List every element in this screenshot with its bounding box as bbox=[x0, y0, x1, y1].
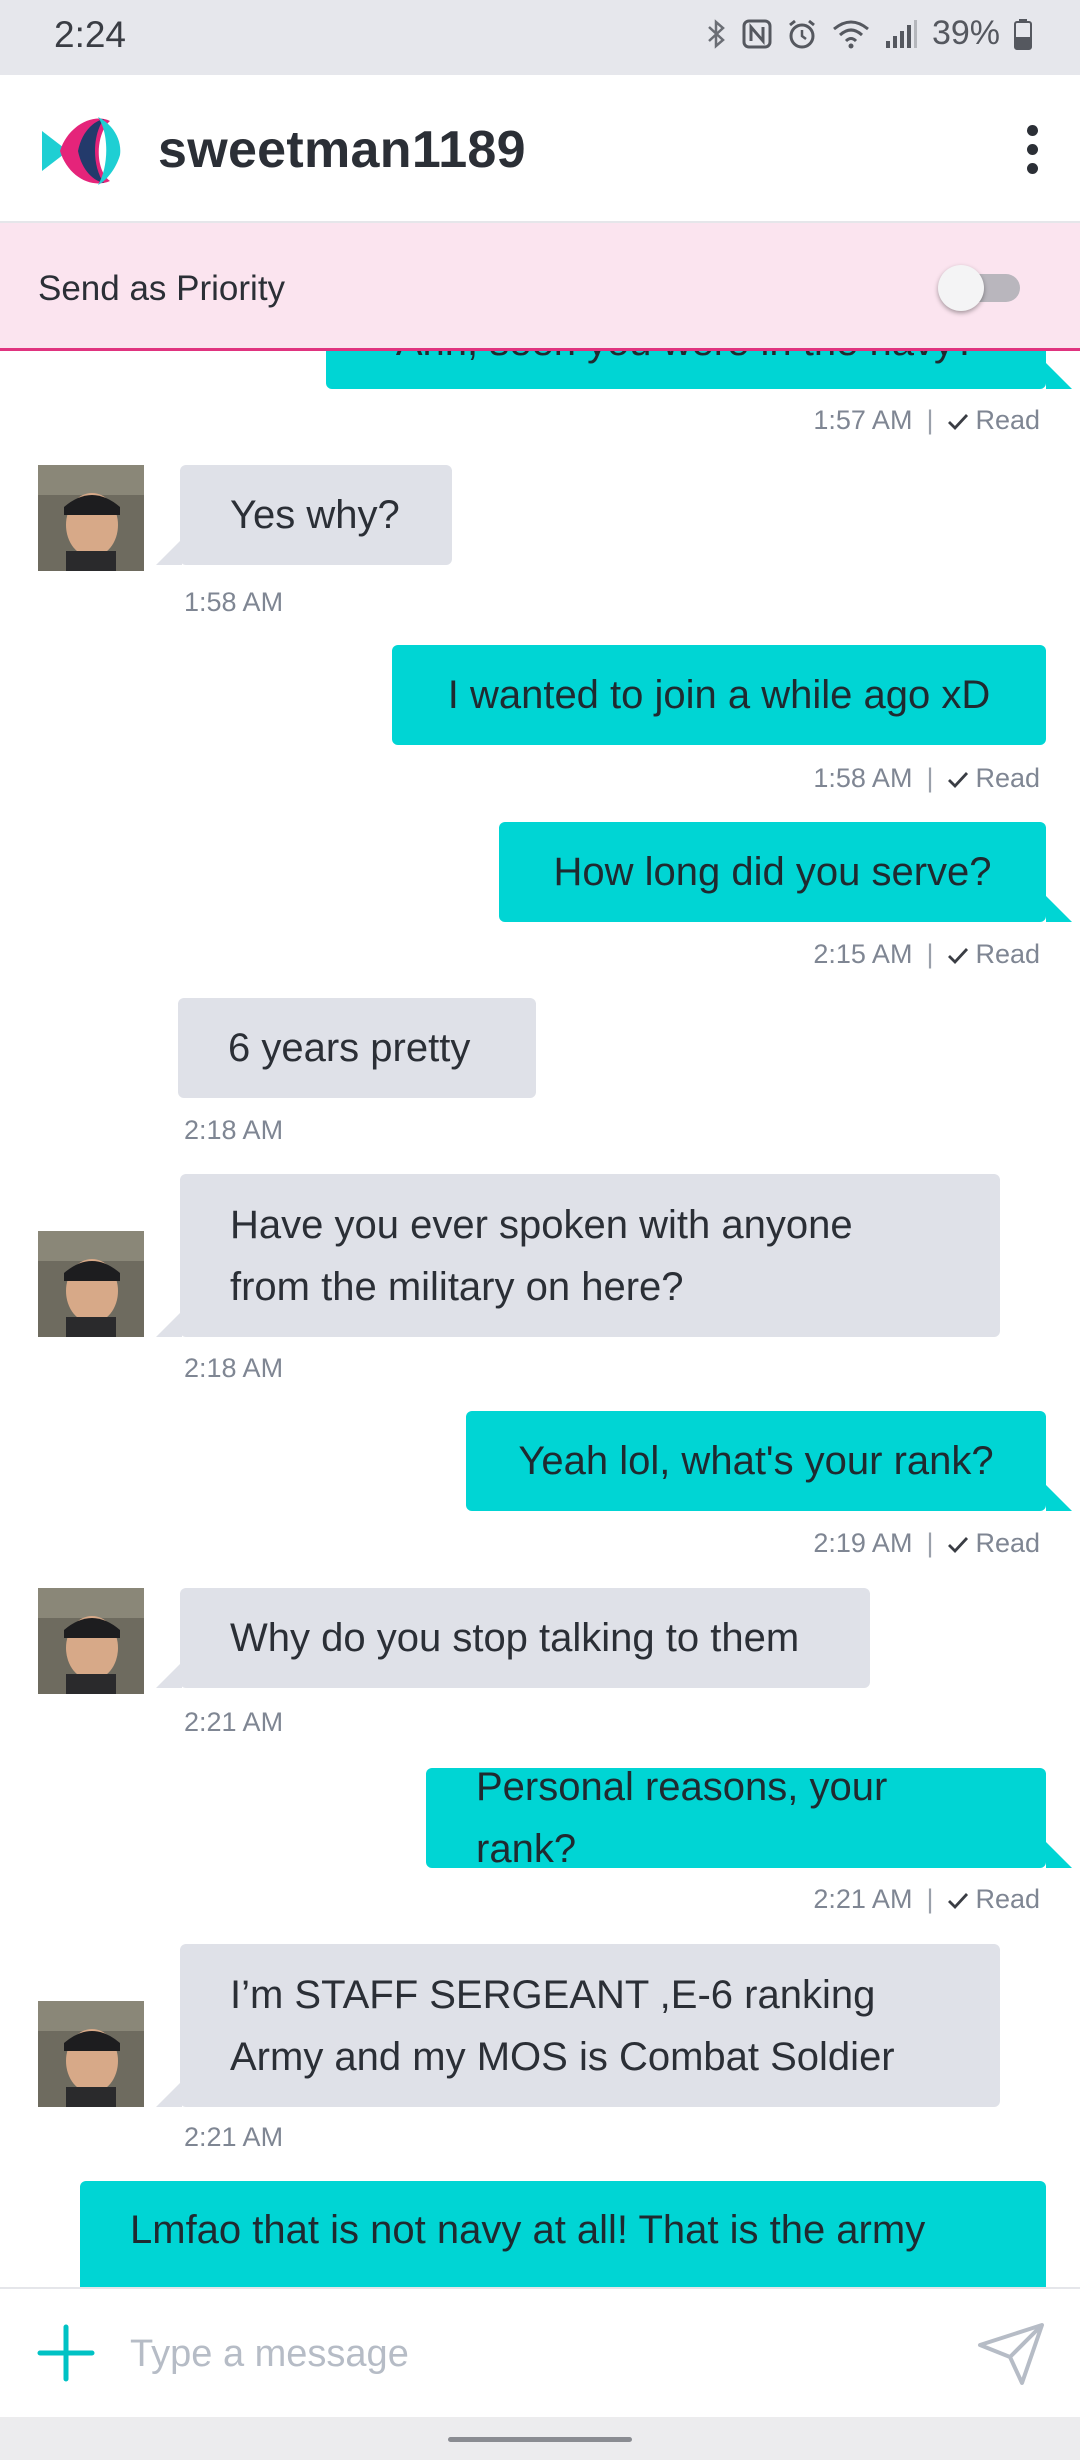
avatar[interactable] bbox=[38, 1588, 144, 1694]
bubble-tail bbox=[1046, 363, 1072, 389]
avatar[interactable] bbox=[38, 2001, 144, 2107]
send-icon[interactable] bbox=[976, 2321, 1046, 2387]
message-text: I wanted to join a while ago xD bbox=[447, 673, 991, 717]
outgoing-message[interactable]: I wanted to join a while ago xD bbox=[392, 645, 1046, 745]
read-status: Read bbox=[975, 939, 1040, 969]
avatar[interactable] bbox=[38, 465, 144, 571]
message-meta: 2:21 AM bbox=[184, 2122, 283, 2153]
message-list[interactable]: Ahh, seen you were in the navy? 1:57 AM|… bbox=[0, 351, 1080, 2287]
message-time: 2:15 AM bbox=[813, 939, 913, 969]
avatar[interactable] bbox=[38, 1231, 144, 1337]
battery-percent: 39% bbox=[931, 14, 1000, 52]
incoming-message[interactable]: Have you ever spoken with anyone from th… bbox=[180, 1174, 1000, 1337]
system-nav-bar bbox=[0, 2417, 1080, 2460]
incoming-message[interactable]: 6 years pretty bbox=[178, 998, 536, 1098]
contact-name[interactable]: sweetman1189 bbox=[158, 120, 526, 180]
message-time: 2:21 AM bbox=[813, 1884, 913, 1914]
status-bar: 2:24 39% bbox=[0, 0, 1080, 75]
priority-bar: Send as Priority bbox=[0, 223, 1080, 351]
message-time: 1:58 AM bbox=[184, 587, 284, 617]
message-text: Ahh, seen you were in the navy? bbox=[396, 351, 976, 373]
incoming-message[interactable]: I’m STAFF SERGEANT ,E-6 ranking Army and… bbox=[180, 1944, 1000, 2107]
message-time: 2:19 AM bbox=[813, 1528, 913, 1558]
outgoing-message[interactable]: Lmfao that is not navy at all! That is t… bbox=[80, 2181, 1046, 2287]
read-status: Read bbox=[975, 1884, 1040, 1914]
priority-label: Send as Priority bbox=[38, 269, 286, 308]
message-text: 6 years pretty bbox=[228, 1026, 471, 1070]
message-meta: 2:18 AM bbox=[184, 1353, 283, 1384]
incoming-message[interactable]: Yes why? bbox=[180, 465, 452, 565]
message-text: Why do you stop talking to them bbox=[230, 1616, 800, 1660]
message-time: 2:18 AM bbox=[184, 1115, 284, 1145]
message-meta: 2:21 AM bbox=[184, 1707, 283, 1738]
outgoing-message[interactable]: How long did you serve? bbox=[499, 822, 1046, 922]
avatar-photo bbox=[38, 465, 144, 571]
conversation-header: sweetman1189 bbox=[0, 75, 1080, 223]
outgoing-message[interactable]: Ahh, seen you were in the navy? bbox=[326, 351, 1046, 389]
message-meta: 1:58 AM bbox=[184, 587, 283, 618]
message-meta: 2:21 AM | Read bbox=[813, 1884, 1040, 1914]
message-meta: 2:18 AM bbox=[184, 1115, 283, 1146]
message-input[interactable] bbox=[130, 2319, 930, 2389]
message-text: How long did you serve? bbox=[553, 850, 992, 894]
avatar-photo bbox=[38, 1588, 144, 1694]
outgoing-message[interactable]: Yeah lol, what's your rank? bbox=[466, 1411, 1046, 1511]
message-time: 2:21 AM bbox=[184, 2122, 284, 2152]
plus-icon[interactable] bbox=[36, 2323, 96, 2383]
bubble-tail bbox=[1046, 1842, 1072, 1868]
bubble-tail bbox=[1046, 1485, 1072, 1511]
bubble-tail bbox=[156, 2081, 182, 2107]
home-handle[interactable] bbox=[448, 2437, 632, 2442]
message-time: 1:58 AM bbox=[813, 763, 913, 793]
toggle-knob bbox=[938, 265, 984, 311]
fish-logo-icon[interactable] bbox=[38, 111, 122, 191]
message-meta: 2:19 AM | Read bbox=[813, 1528, 1040, 1558]
read-status: Read bbox=[975, 763, 1040, 793]
read-check-icon bbox=[948, 414, 969, 431]
message-line-1: I’m STAFF SERGEANT ,E-6 ranking bbox=[230, 1972, 876, 2017]
message-time: 2:21 AM bbox=[184, 1707, 284, 1737]
status-icons: 39% bbox=[706, 14, 1032, 53]
bubble-tail bbox=[156, 1311, 182, 1337]
status-time: 2:24 bbox=[54, 14, 127, 55]
nfc-icon bbox=[742, 19, 772, 48]
signal-icon bbox=[885, 19, 917, 48]
message-composer bbox=[0, 2287, 1080, 2417]
bubble-tail bbox=[1046, 896, 1072, 922]
more-vertical-icon[interactable] bbox=[1020, 125, 1044, 175]
avatar-photo bbox=[38, 1231, 144, 1337]
message-text: Yeah lol, what's your rank? bbox=[518, 1439, 994, 1483]
read-check-icon bbox=[948, 772, 969, 789]
message-text: Lmfao that is not navy at all! That is t… bbox=[130, 2208, 926, 2252]
wifi-icon bbox=[832, 20, 869, 48]
message-meta: 2:15 AM | Read bbox=[813, 939, 1040, 969]
read-status: Read bbox=[975, 405, 1040, 435]
priority-toggle[interactable] bbox=[938, 265, 1022, 311]
alarm-icon bbox=[789, 19, 815, 48]
read-check-icon bbox=[948, 948, 969, 965]
message-time: 1:57 AM bbox=[813, 405, 913, 435]
bubble-tail bbox=[156, 1662, 182, 1688]
outgoing-message[interactable]: Personal reasons, your rank? bbox=[426, 1765, 1046, 1871]
read-check-icon bbox=[948, 1893, 969, 1910]
battery-icon bbox=[1014, 18, 1032, 50]
message-meta: 1:58 AM | Read bbox=[813, 763, 1040, 793]
bubble-tail bbox=[156, 539, 182, 565]
bluetooth-icon bbox=[708, 18, 725, 49]
message-line-2: Army and my MOS is Combat Soldier bbox=[230, 2034, 895, 2079]
message-line-1: Have you ever spoken with anyone bbox=[230, 1202, 853, 1247]
read-check-icon bbox=[948, 1537, 969, 1554]
message-time: 2:18 AM bbox=[184, 1353, 284, 1383]
avatar-photo bbox=[38, 2001, 144, 2107]
message-line-2: from the military on here? bbox=[230, 1264, 684, 1309]
message-text: Personal reasons, your rank? bbox=[476, 1765, 888, 1871]
message-meta: 1:57 AM | Read bbox=[813, 405, 1040, 435]
message-text: Yes why? bbox=[230, 493, 400, 537]
incoming-message[interactable]: Why do you stop talking to them bbox=[180, 1588, 870, 1688]
read-status: Read bbox=[975, 1528, 1040, 1558]
